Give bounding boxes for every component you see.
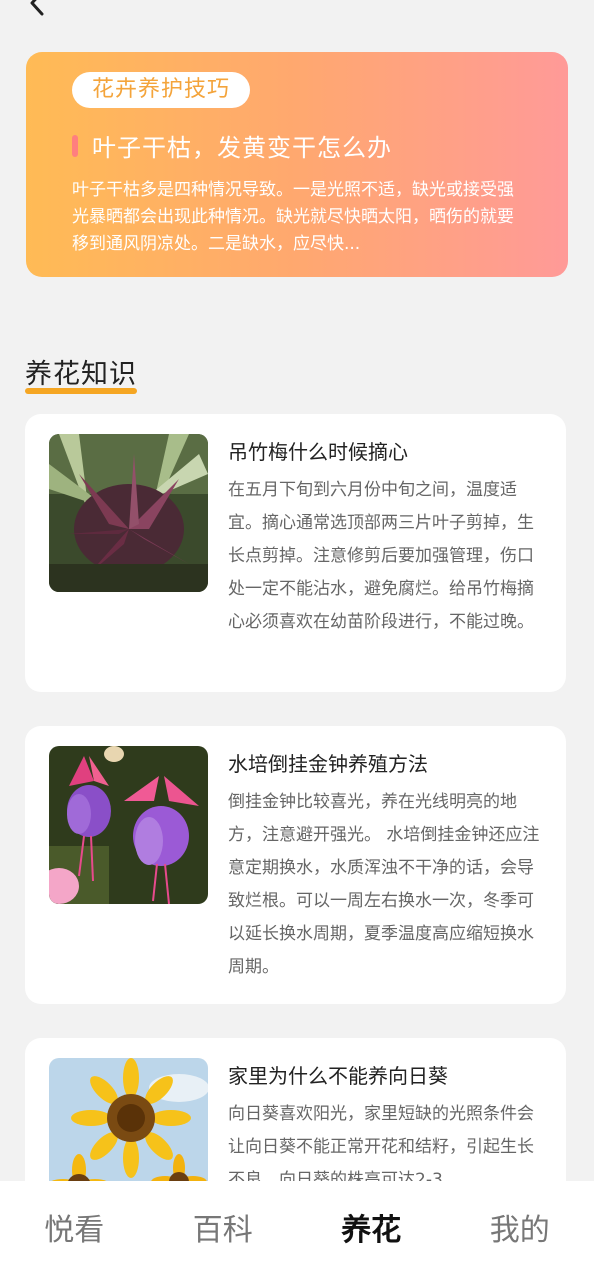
back-icon[interactable] xyxy=(22,0,52,18)
nav-tab-baike[interactable]: 百科 xyxy=(149,1181,298,1280)
article-text: 水培倒挂金钟养殖方法 倒挂金钟比较喜光，养在光线明亮的地方，注意避开强光。 水培… xyxy=(228,746,542,984)
section-heading: 养花知识 xyxy=(25,352,137,394)
tip-title-row: 叶子干枯，发黄变干怎么办 xyxy=(72,128,522,163)
tip-title: 叶子干枯，发黄变干怎么办 xyxy=(92,134,392,162)
article-text: 吊竹梅什么时候摘心 在五月下旬到六月份中旬之间，温度适宜。摘心通常选顶部两三片叶… xyxy=(228,434,542,672)
article-card[interactable]: 吊竹梅什么时候摘心 在五月下旬到六月份中旬之间，温度适宜。摘心通常选顶部两三片叶… xyxy=(25,414,566,692)
article-card[interactable]: 水培倒挂金钟养殖方法 倒挂金钟比较喜光，养在光线明亮的地方，注意避开强光。 水培… xyxy=(25,726,566,1004)
tip-body: 叶子干枯多是四种情况导致。一是光照不适，缺光或接受强光暴晒都会出现此种情况。缺光… xyxy=(72,180,514,254)
tip-badge: 花卉养护技巧 xyxy=(72,72,251,108)
article-title: 吊竹梅什么时候摘心 xyxy=(228,440,408,464)
nav-tab-yuekan[interactable]: 悦看 xyxy=(0,1181,149,1280)
tip-title-marker xyxy=(72,134,78,157)
tip-card[interactable]: 花卉养护技巧 叶子干枯，发黄变干怎么办 叶子干枯多是四种情况导致。一是光照不适，… xyxy=(26,52,568,277)
bottom-nav: 悦看 百科 养花 我的 xyxy=(0,1181,594,1280)
article-body: 倒挂金钟比较喜光，养在光线明亮的地方，注意避开强光。 水培倒挂金钟还应注意定期换… xyxy=(228,792,540,977)
article-body: 在五月下旬到六月份中旬之间，温度适宜。摘心通常选顶部两三片叶子剪掉，生长点剪掉。… xyxy=(228,480,534,632)
nav-tab-yanghua[interactable]: 养花 xyxy=(297,1181,446,1280)
article-image-fuchsia xyxy=(49,746,208,904)
nav-tab-wode[interactable]: 我的 xyxy=(446,1181,594,1280)
article-title: 水培倒挂金钟养殖方法 xyxy=(228,752,428,776)
section-title: 养花知识 xyxy=(25,359,137,390)
article-image-wandering-jew xyxy=(49,434,208,592)
article-title: 家里为什么不能养向日葵 xyxy=(228,1064,448,1088)
